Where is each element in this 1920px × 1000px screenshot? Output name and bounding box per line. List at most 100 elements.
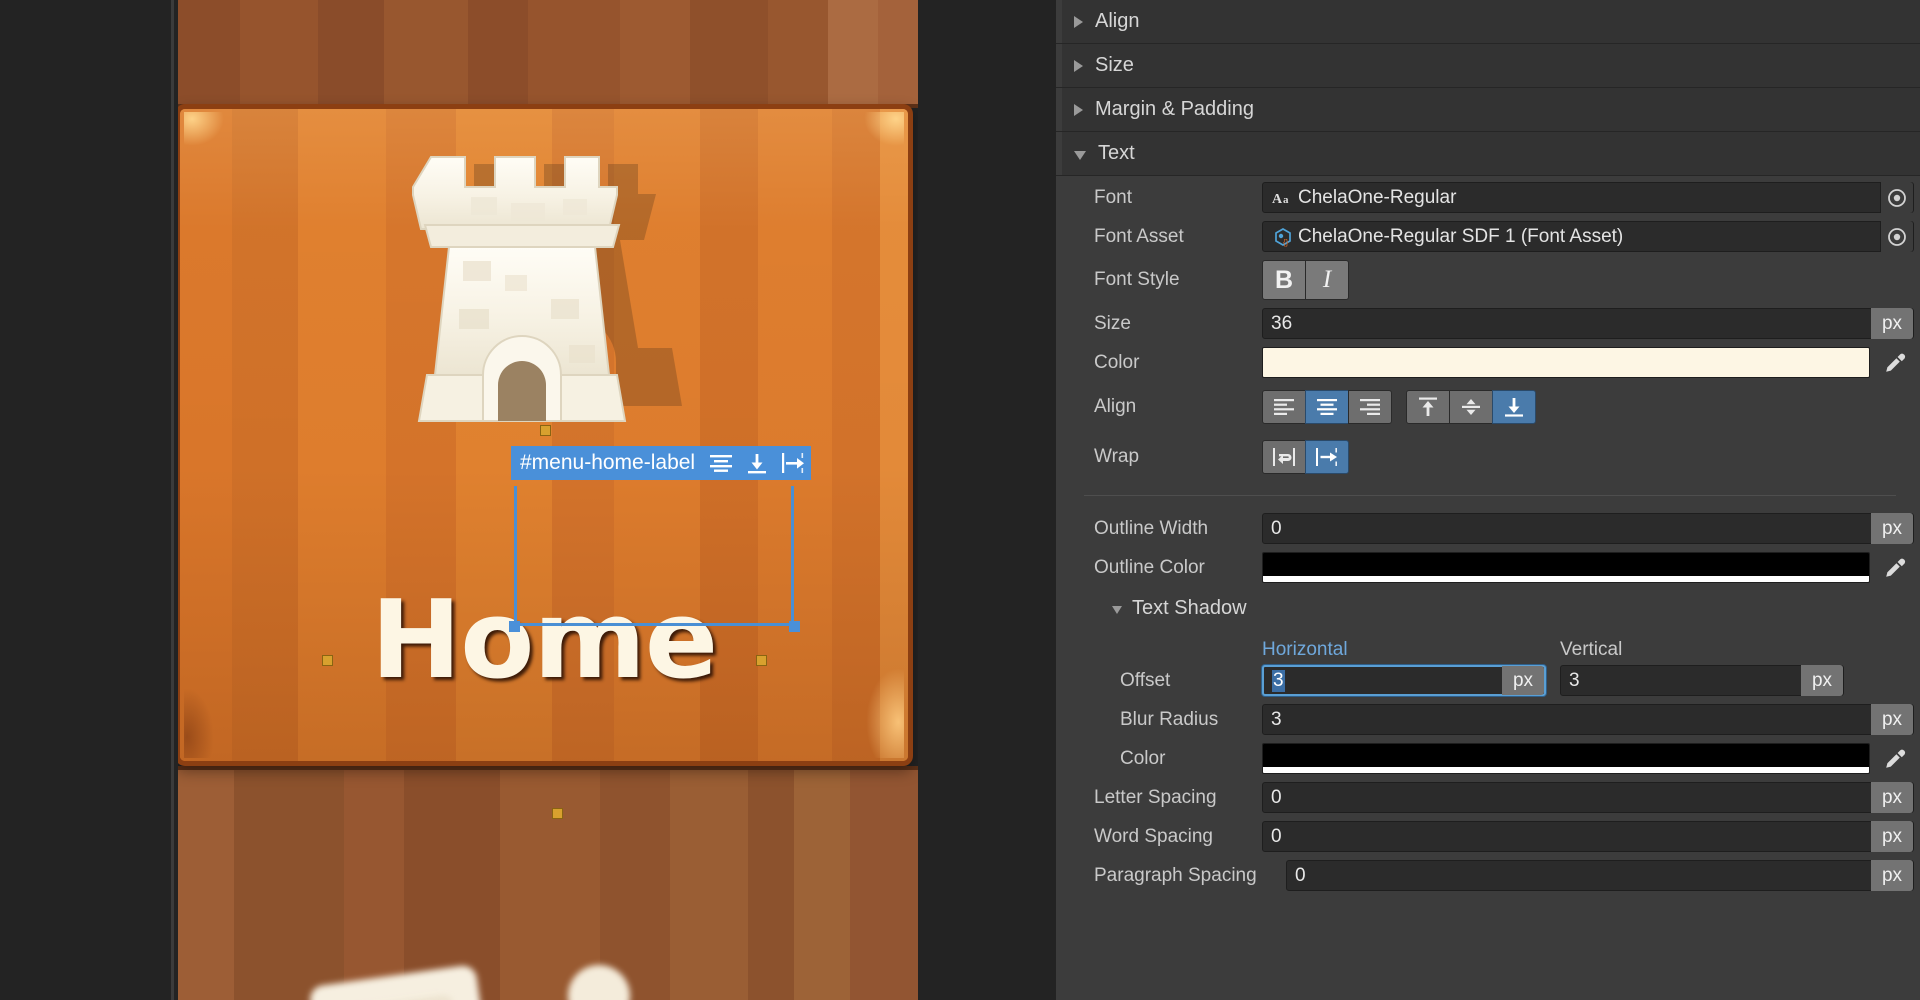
font-object-field[interactable]: A a ChelaOne-Regular [1262,182,1914,213]
label-size: Size [1094,312,1131,334]
section-header-size[interactable]: Size [1056,44,1920,88]
outline-width-value: 0 [1271,517,1282,539]
label-wrap: Wrap [1094,446,1140,467]
outline-color-swatch[interactable] [1262,552,1870,583]
selection-badge[interactable]: #menu-home-label [511,446,812,480]
card-glint-bottomleft [184,688,214,758]
text-color-swatch[interactable] [1262,347,1870,378]
chevron-right-icon [1074,59,1083,72]
align-middle-button[interactable] [1449,390,1493,424]
word-spacing-unit[interactable]: px [1871,821,1913,852]
chevron-right-icon [1074,15,1083,28]
wrap-enabled-button[interactable] [1262,440,1306,474]
card-glint-topright [864,112,904,146]
subsection-label-text-shadow: Text Shadow [1132,596,1247,619]
shadow-color-fill [1263,744,1869,767]
horizontal-align-group [1262,390,1392,424]
shadow-color-alpha-bar [1263,767,1869,773]
bold-glyph: B [1274,265,1294,294]
object-picker-icon[interactable] [1880,221,1913,252]
text-align-center-icon [703,446,739,480]
chevron-down-icon [1112,605,1122,614]
document-stage[interactable]: Home #menu-home-label [178,0,918,1000]
section-header-text[interactable]: Text [1056,132,1920,176]
letter-spacing-input[interactable]: 0 px [1262,782,1914,813]
label-outline-color: Outline Color [1094,556,1205,578]
font-style-italic-button[interactable]: I [1305,260,1349,300]
italic-glyph: I [1322,266,1332,293]
card-glint-bottomright [866,668,904,758]
label-color: Color [1094,351,1140,373]
eyedropper-icon[interactable] [1876,552,1914,583]
section-label-margin-padding: Margin & Padding [1095,98,1254,120]
eyedropper-icon[interactable] [1876,347,1914,378]
label-align: Align [1094,396,1137,417]
align-center-button[interactable] [1305,390,1349,424]
section-header-margin-padding[interactable]: Margin & Padding [1056,88,1920,132]
chevron-down-icon [1074,150,1086,160]
menu-card-below[interactable] [178,766,918,1000]
shadow-column-headers: Horizontal Vertical [1056,629,1920,661]
blur-radius-unit[interactable]: px [1871,704,1913,735]
label-font: Font [1094,186,1133,208]
subsection-header-text-shadow[interactable]: Text Shadow [1056,587,1920,629]
eyedropper-icon[interactable] [1876,743,1914,774]
row-outline-color: Outline Color [1056,548,1920,587]
section-divider [1084,495,1896,496]
paragraph-spacing-input[interactable]: 0 px [1286,860,1914,891]
shadow-color-swatch[interactable] [1262,743,1870,774]
anchor-handle[interactable] [552,808,563,819]
label-outline-width: Outline Width [1094,517,1209,539]
font-style-bold-button[interactable]: B [1262,260,1306,300]
svg-text:A: A [1272,192,1283,206]
outline-width-input[interactable]: 0 px [1262,513,1914,544]
wrap-disabled-button[interactable] [1305,440,1349,474]
blur-radius-value: 3 [1271,708,1282,730]
section-label-align: Align [1095,10,1140,32]
outline-color-alpha-bar [1263,576,1869,582]
font-value: ChelaOne-Regular [1298,186,1457,208]
shadow-offset-vertical-unit[interactable]: px [1801,665,1843,696]
section-label-text: Text [1098,142,1135,164]
paragraph-spacing-unit[interactable]: px [1871,860,1913,891]
outline-width-unit[interactable]: px [1871,513,1913,544]
align-left-button[interactable] [1262,390,1306,424]
selection-handle-bottom-left[interactable] [509,621,520,632]
label-blur-radius: Blur Radius [1120,708,1219,730]
castle-tower-icon [399,145,689,445]
selection-handle-bottom-right[interactable] [789,621,800,632]
anchor-handle-center[interactable] [540,425,551,436]
menu-card-above[interactable] [178,0,918,108]
section-header-align[interactable]: Align [1056,0,1920,44]
anchor-handle-left[interactable] [322,655,333,666]
viewport-gutter [0,0,174,1000]
align-top-button[interactable] [1406,390,1450,424]
shadow-offset-vertical-input[interactable]: 3 px [1560,665,1844,696]
font-asset-value: ChelaOne-Regular SDF 1 (Font Asset) [1298,225,1624,247]
label-paragraph-spacing: Paragraph Spacing [1094,864,1257,886]
font-size-unit[interactable]: px [1871,308,1913,339]
style-inspector-panel[interactable]: Align Size Margin & Padding Text Font A … [1054,0,1920,1000]
blur-radius-input[interactable]: 3 px [1262,704,1914,735]
shadow-offset-horizontal-unit[interactable]: px [1502,666,1544,695]
anchor-handle-right[interactable] [756,655,767,666]
paragraph-spacing-value: 0 [1295,864,1306,886]
row-align: Align [1056,382,1920,432]
font-size-input[interactable]: 36 px [1262,308,1914,339]
letter-spacing-unit[interactable]: px [1871,782,1913,813]
svg-text:{}: {} [1283,238,1289,247]
canvas-viewport[interactable]: Home #menu-home-label [0,0,1054,1000]
dim-overlay-below [178,770,918,1000]
align-right-button[interactable] [1348,390,1392,424]
align-bottom-button[interactable] [1492,390,1536,424]
selection-badge-label: #menu-home-label [520,451,696,474]
dim-overlay-above [178,0,918,104]
object-picker-icon[interactable] [1880,182,1913,213]
text-properties-body: Font A a ChelaOne-Regular Font Asset {} … [1056,176,1920,895]
section-label-size: Size [1095,54,1134,76]
label-shadow-offset: Offset [1120,669,1171,691]
label-font-style: Font Style [1094,269,1180,290]
word-spacing-input[interactable]: 0 px [1262,821,1914,852]
shadow-offset-horizontal-input[interactable]: 3 px [1262,665,1546,696]
font-asset-object-field[interactable]: {} ChelaOne-Regular SDF 1 (Font Asset) [1262,221,1914,252]
